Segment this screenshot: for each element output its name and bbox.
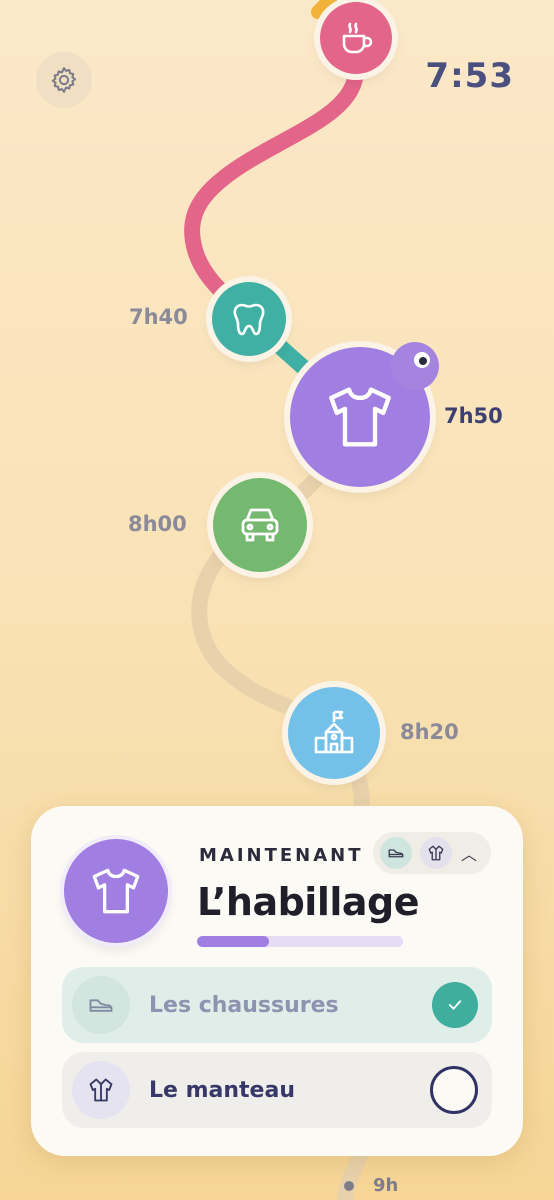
tooth-icon [233, 303, 265, 336]
gear-icon [51, 67, 77, 93]
current-task-avatar [64, 839, 168, 943]
now-label: MAINTENANT [199, 845, 364, 866]
coat-icon [428, 845, 444, 861]
next-step-time: 9h [373, 1175, 399, 1196]
time-label-dressing: 7h50 [444, 404, 503, 428]
shoe-icon [89, 999, 113, 1012]
time-label-car: 8h00 [128, 512, 187, 536]
subtask-coat-label: Le manteau [149, 1077, 295, 1103]
step-car[interactable] [213, 478, 307, 572]
step-breakfast[interactable] [320, 2, 392, 74]
shoe-icon [388, 849, 404, 858]
subtask-shoes-icon-wrap [72, 976, 130, 1034]
subtask-coat-checkbox[interactable] [430, 1066, 478, 1114]
next-step-dot [344, 1181, 354, 1191]
car-icon [241, 508, 279, 542]
step-school[interactable] [288, 687, 380, 779]
subtask-coat-icon-wrap [72, 1061, 130, 1119]
subtask-shoes-label: Les chaussures [149, 992, 339, 1018]
time-label-teeth: 7h40 [129, 305, 188, 329]
school-icon [314, 710, 354, 754]
task-title: L’habillage [197, 880, 420, 924]
coffee-cup-icon [342, 22, 373, 54]
t-shirt-icon [92, 868, 140, 914]
t-shirt-icon [329, 387, 391, 447]
step-teeth[interactable] [212, 282, 286, 356]
clock: 7:53 [425, 56, 514, 96]
mini-shoe [380, 837, 412, 869]
subtasks-toggle[interactable]: ︿ [373, 832, 491, 874]
subtask-coat[interactable]: Le manteau [62, 1052, 492, 1128]
mascot-pupil [419, 357, 427, 365]
coat-icon [89, 1078, 113, 1102]
subtask-shoes[interactable]: Les chaussures [62, 967, 492, 1043]
mini-coat [420, 837, 452, 869]
check-icon [448, 1000, 462, 1010]
task-progress-fill [197, 936, 270, 947]
task-progress-bar [197, 936, 403, 947]
mascot [391, 342, 439, 390]
time-label-school: 8h20 [400, 720, 459, 744]
chevron-up-icon: ︿ [461, 845, 478, 864]
settings-button[interactable] [36, 52, 92, 108]
subtask-shoes-checkbox[interactable] [432, 982, 478, 1028]
